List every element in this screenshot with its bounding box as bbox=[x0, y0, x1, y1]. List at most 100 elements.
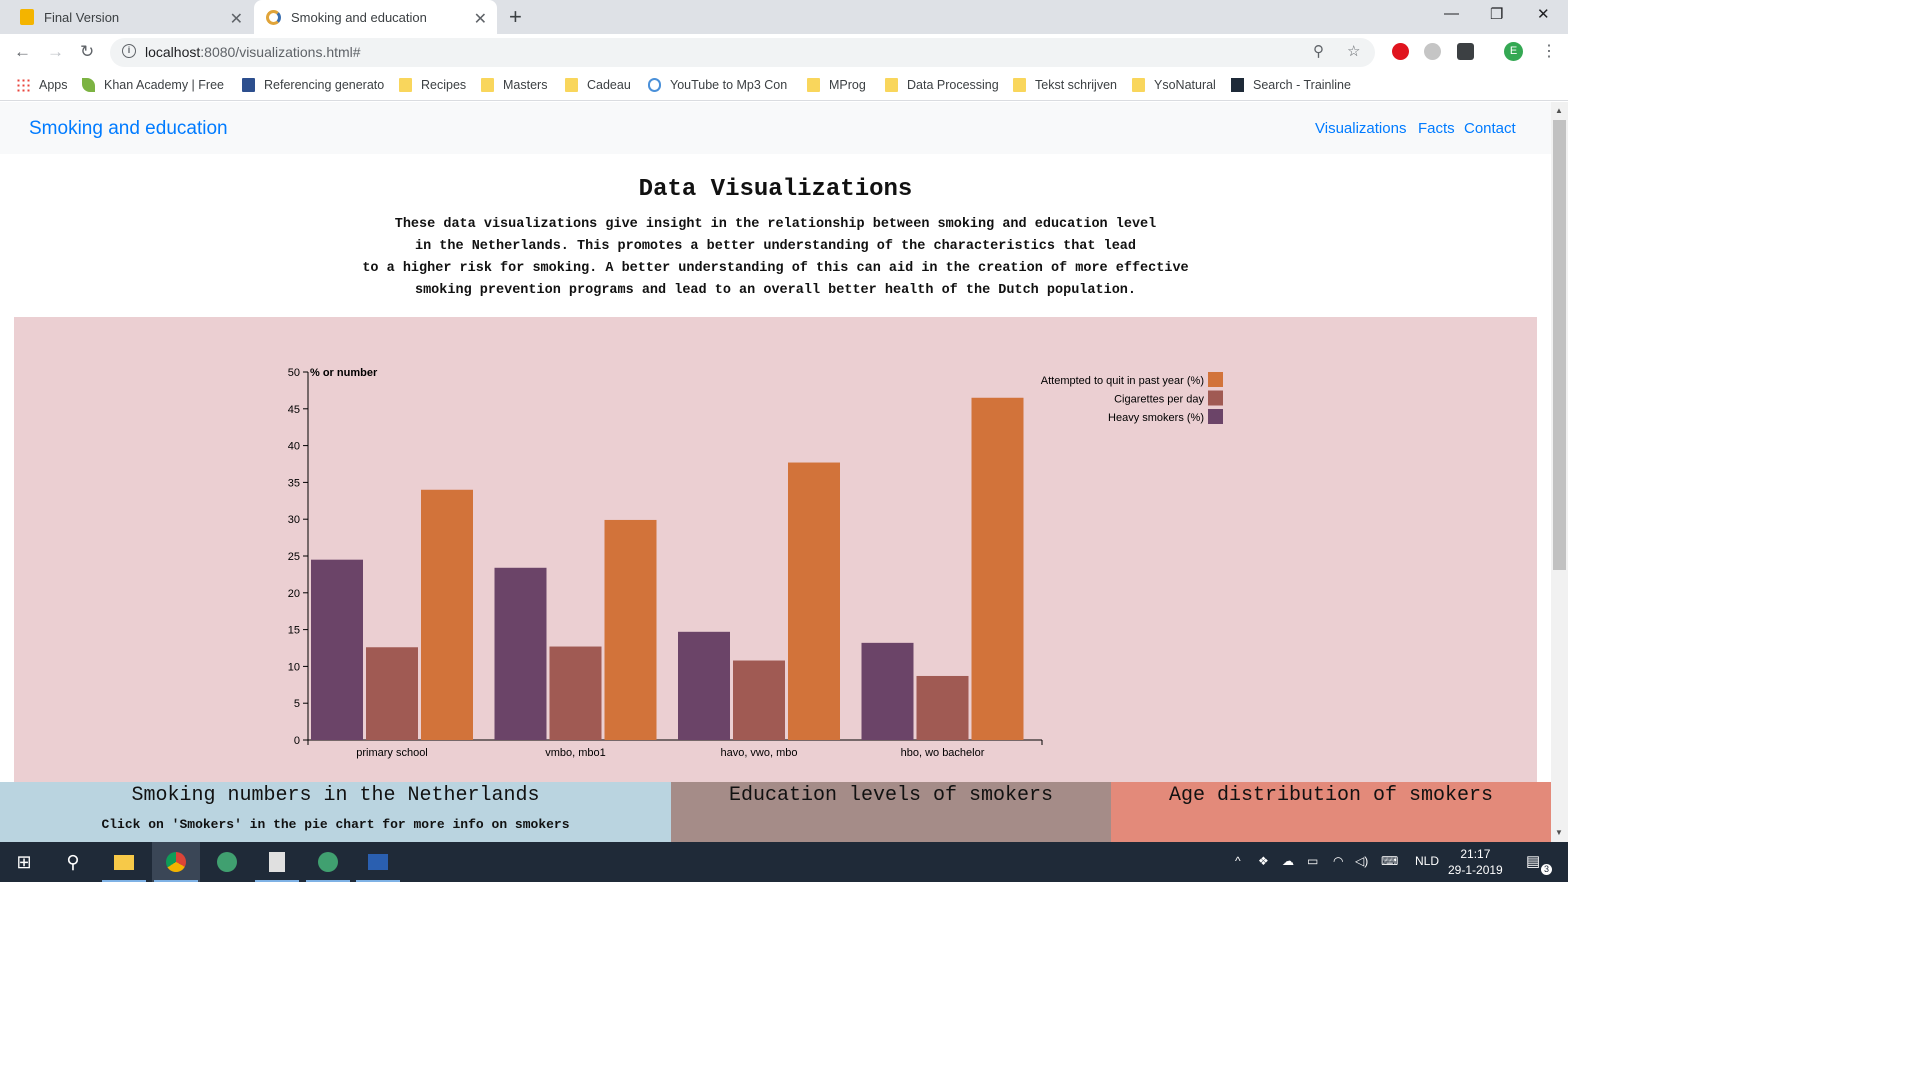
extension-icon[interactable] bbox=[1457, 43, 1474, 60]
forward-arrow-icon[interactable]: → bbox=[47, 42, 64, 62]
keyboard-icon[interactable]: ⌨ bbox=[1381, 854, 1398, 868]
search-icon[interactable]: ⚲ bbox=[49, 842, 97, 882]
bookmark-label: Tekst schrijven bbox=[1035, 78, 1117, 92]
bookmark-ysonatural[interactable]: YsoNatural bbox=[1132, 78, 1216, 92]
bookmark-label: Search - Trainline bbox=[1253, 78, 1351, 92]
back-arrow-icon[interactable]: ← bbox=[14, 42, 31, 62]
bookmark-referencing[interactable]: Referencing generato bbox=[242, 78, 384, 92]
bookmark-data-processing[interactable]: Data Processing bbox=[885, 78, 999, 92]
wifi-icon[interactable]: ◠ bbox=[1333, 854, 1343, 868]
bar[interactable] bbox=[494, 567, 547, 740]
file-explorer-icon[interactable] bbox=[100, 842, 148, 882]
bar[interactable] bbox=[788, 462, 840, 740]
education-levels-card[interactable]: Education levels of smokers bbox=[671, 782, 1111, 842]
info-icon[interactable]: i bbox=[122, 44, 136, 58]
minimize-icon[interactable]: — bbox=[1444, 5, 1459, 22]
chevron-up-icon[interactable]: ^ bbox=[1235, 854, 1241, 868]
bookmark-cadeau[interactable]: Cadeau bbox=[565, 78, 631, 92]
atom-icon[interactable] bbox=[203, 842, 251, 882]
bookmark-apps[interactable]: Apps bbox=[16, 78, 68, 92]
windows-start-icon[interactable]: ⊞ bbox=[0, 842, 48, 882]
site-favicon-icon bbox=[266, 9, 281, 25]
bookmarks-bar: Apps Khan Academy | Free Referencing gen… bbox=[0, 71, 1568, 101]
web-page: Smoking and education Visualizations Fac… bbox=[0, 102, 1551, 842]
y-tick-label: 25 bbox=[288, 551, 300, 563]
close-window-icon[interactable]: ✕ bbox=[1537, 5, 1550, 23]
bookmark-tekst-schrijven[interactable]: Tekst schrijven bbox=[1013, 78, 1117, 92]
restore-icon[interactable]: ❐ bbox=[1490, 5, 1503, 23]
bookmark-label: Referencing generato bbox=[264, 78, 385, 92]
bookmark-star-icon[interactable]: ☆ bbox=[1347, 42, 1360, 60]
scroll-thumb[interactable] bbox=[1553, 120, 1566, 570]
close-tab-icon[interactable]: ✕ bbox=[474, 9, 487, 29]
powershell-icon[interactable] bbox=[354, 842, 402, 882]
bar[interactable] bbox=[971, 397, 1024, 740]
bar[interactable] bbox=[604, 519, 657, 740]
opera-extension-icon[interactable] bbox=[1392, 43, 1409, 60]
address-bar[interactable]: i localhost:8080/visualizations.html# ⚲ … bbox=[110, 38, 1375, 67]
bar[interactable] bbox=[311, 559, 363, 740]
clock-time: 21:17 bbox=[1460, 847, 1491, 861]
intro-line: These data visualizations give insight i… bbox=[394, 217, 1157, 232]
bookmark-khan-academy[interactable]: Khan Academy | Free bbox=[82, 78, 224, 92]
new-tab-icon[interactable]: + bbox=[509, 4, 522, 30]
chrome-icon[interactable] bbox=[152, 842, 200, 882]
bar[interactable] bbox=[861, 642, 914, 740]
scroll-up-icon[interactable]: ▲ bbox=[1555, 106, 1563, 115]
folder-icon bbox=[1132, 78, 1145, 92]
page-scrollbar[interactable]: ▲ ▼ bbox=[1551, 102, 1568, 842]
folder-icon bbox=[807, 78, 820, 92]
y-tick-label: 20 bbox=[288, 588, 300, 600]
reload-icon[interactable]: ↻ bbox=[80, 42, 94, 62]
smoking-numbers-card[interactable]: Smoking numbers in the Netherlands Click… bbox=[0, 782, 671, 842]
bookmark-mprog[interactable]: MProg bbox=[807, 78, 866, 92]
url-host: localhost bbox=[145, 44, 201, 60]
onedrive-icon[interactable]: ☁ bbox=[1282, 854, 1294, 868]
close-tab-icon[interactable]: ✕ bbox=[230, 9, 243, 29]
dropbox-icon[interactable]: ❖ bbox=[1258, 854, 1269, 868]
volume-icon[interactable]: ◁) bbox=[1355, 854, 1368, 868]
site-brand-link[interactable]: Smoking and education bbox=[29, 118, 228, 140]
bar-chart-panel: 0 5 10 15 20 25 30 35 40 45 50 % or number primary s… bbox=[14, 317, 1537, 787]
card-title: Smoking numbers in the Netherlands bbox=[131, 784, 540, 807]
battery-icon[interactable]: ▭ bbox=[1307, 854, 1318, 868]
y-tick-label: 45 bbox=[288, 404, 300, 416]
book-icon bbox=[242, 78, 255, 92]
tab-smoking-and-education[interactable]: Smoking and education ✕ bbox=[254, 0, 497, 34]
notifications-icon[interactable]: ▤ bbox=[1526, 852, 1540, 870]
calculator-icon[interactable] bbox=[253, 842, 301, 882]
bookmark-youtube-mp3[interactable]: YouTube to Mp3 Con bbox=[648, 78, 787, 92]
folder-icon bbox=[399, 78, 412, 92]
bookmark-recipes[interactable]: Recipes bbox=[399, 78, 466, 92]
profile-avatar[interactable]: E bbox=[1504, 42, 1523, 61]
y-tick-label: 10 bbox=[288, 661, 300, 673]
zoom-icon[interactable]: ⚲ bbox=[1313, 42, 1324, 60]
language-indicator[interactable]: NLD bbox=[1415, 854, 1439, 868]
bar[interactable] bbox=[733, 660, 785, 740]
menu-dots-icon[interactable]: ⋮ bbox=[1541, 41, 1557, 61]
drive-extension-icon[interactable] bbox=[1424, 43, 1441, 60]
atom-icon[interactable] bbox=[304, 842, 352, 882]
intro-line: to a higher risk for smoking. A better u… bbox=[362, 261, 1189, 276]
nav-contact-link[interactable]: Contact bbox=[1464, 120, 1516, 137]
bookmark-label: Masters bbox=[503, 78, 548, 92]
bar[interactable] bbox=[421, 489, 473, 740]
folder-icon bbox=[565, 78, 578, 92]
tab-final-version[interactable]: Final Version ✕ bbox=[8, 0, 253, 34]
nav-facts-link[interactable]: Facts bbox=[1418, 120, 1455, 137]
folder-icon bbox=[1013, 78, 1026, 92]
bar[interactable] bbox=[549, 646, 602, 740]
bar[interactable] bbox=[678, 631, 730, 740]
bar[interactable] bbox=[916, 675, 969, 740]
bar[interactable] bbox=[366, 647, 418, 740]
bookmark-masters[interactable]: Masters bbox=[481, 78, 547, 92]
khan-leaf-icon bbox=[82, 78, 95, 92]
bookmark-label: YsoNatural bbox=[1154, 78, 1216, 92]
system-clock[interactable]: 21:17 29-1-2019 bbox=[1448, 846, 1503, 878]
nav-visualizations-link[interactable]: Visualizations bbox=[1315, 120, 1406, 137]
bookmark-label: Data Processing bbox=[907, 78, 999, 92]
url-text[interactable]: localhost:8080/visualizations.html# bbox=[145, 44, 361, 60]
age-distribution-card[interactable]: Age distribution of smokers bbox=[1111, 782, 1551, 842]
scroll-down-icon[interactable]: ▼ bbox=[1555, 828, 1563, 837]
bookmark-trainline[interactable]: Search - Trainline bbox=[1231, 78, 1351, 92]
